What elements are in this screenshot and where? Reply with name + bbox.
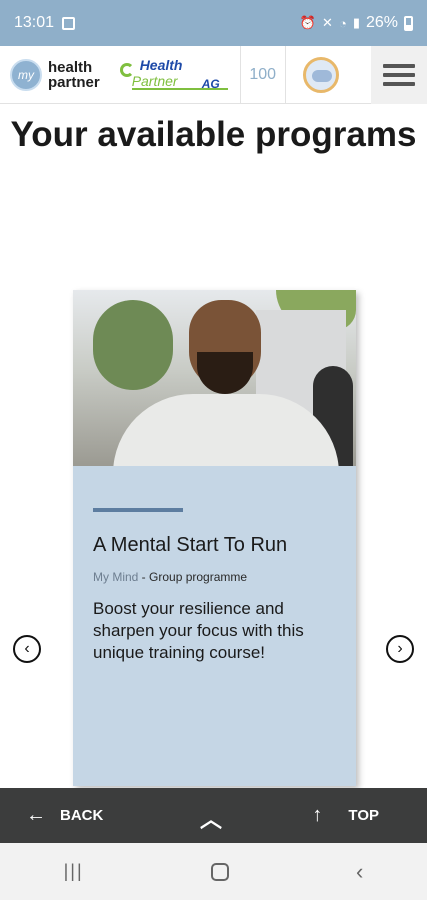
bottom-action-bar: ← BACK ︿ ↑ TOP: [0, 788, 427, 843]
recent-apps-icon[interactable]: |||: [64, 861, 84, 882]
partner-logo-underline: [131, 87, 228, 90]
logo-wordmark: health partner: [48, 60, 100, 90]
program-photo: [73, 290, 356, 466]
screenshot-notification-icon: [62, 16, 76, 30]
chevron-right-icon: ›: [397, 640, 403, 657]
back-button[interactable]: ← BACK: [26, 804, 103, 827]
wifi-icon: ◔: [338, 15, 347, 31]
partner-logo-health: Health: [139, 56, 183, 73]
chevron-up-icon: ︿: [200, 807, 223, 832]
photo-tree: [93, 300, 173, 390]
arrow-up-icon: ↑: [312, 804, 323, 826]
card-meta-separator: -: [138, 570, 150, 584]
avatar[interactable]: [302, 56, 339, 93]
card-title: A Mental Start To Run: [93, 534, 288, 556]
scroll-up-button[interactable]: ︿: [200, 802, 222, 834]
card-accent-rule: [93, 508, 183, 512]
card-category: My Mind: [93, 570, 139, 584]
battery-percent: 26%: [365, 14, 398, 31]
card-program-type: Group programme: [149, 570, 248, 584]
battery-icon: [404, 15, 413, 31]
page-title: Your available programs: [10, 115, 417, 154]
menu-bar-icon: [383, 72, 415, 77]
my-health-partner-logo[interactable]: my: [10, 58, 42, 91]
status-indicators: ⏰ ✕ ◔ ▮ 26%: [300, 14, 413, 32]
menu-bar-icon: [383, 81, 415, 86]
top-label: TOP: [348, 807, 379, 824]
system-navigation-bar: ||| ‹: [0, 843, 427, 900]
logo-line-2: partner: [48, 73, 100, 91]
previous-program-button[interactable]: ‹: [13, 635, 41, 663]
card-body: A Mental Start To Run My Mind - Group pr…: [73, 466, 356, 664]
arrow-left-icon: ←: [26, 804, 46, 826]
health-partner-ag-logo: Health Partner AG: [114, 55, 232, 95]
status-time: 13:01: [14, 14, 55, 31]
app-header: my health partner Health Partner AG 100: [0, 45, 427, 104]
partner-logo-partner: Partner: [131, 72, 178, 89]
alarm-icon: ⏰: [299, 15, 317, 30]
menu-bar-icon: [383, 63, 415, 68]
mute-icon: ✕: [322, 15, 333, 30]
status-bar: 13:01 ⏰ ✕ ◔ ▮ 26%: [0, 0, 427, 46]
points-score[interactable]: 100: [241, 66, 285, 84]
back-nav-icon[interactable]: ‹: [356, 859, 363, 885]
top-button[interactable]: ↑ TOP: [312, 788, 379, 843]
logo-line-1: health: [48, 58, 93, 76]
hamburger-menu-button[interactable]: [371, 45, 427, 104]
back-label: BACK: [60, 807, 104, 824]
logo-my-text: my: [18, 67, 34, 82]
home-icon[interactable]: [210, 862, 229, 881]
header-divider: [284, 45, 286, 104]
program-card[interactable]: A Mental Start To Run My Mind - Group pr…: [73, 290, 356, 786]
signal-icon: ▮: [352, 15, 360, 30]
card-description: Boost your resilience and sharpen your f…: [93, 599, 304, 662]
next-program-button[interactable]: ›: [386, 635, 414, 663]
card-meta: My Mind - Group programme: [93, 570, 336, 584]
photo-beard: [197, 352, 253, 394]
chevron-left-icon: ‹: [24, 640, 30, 657]
